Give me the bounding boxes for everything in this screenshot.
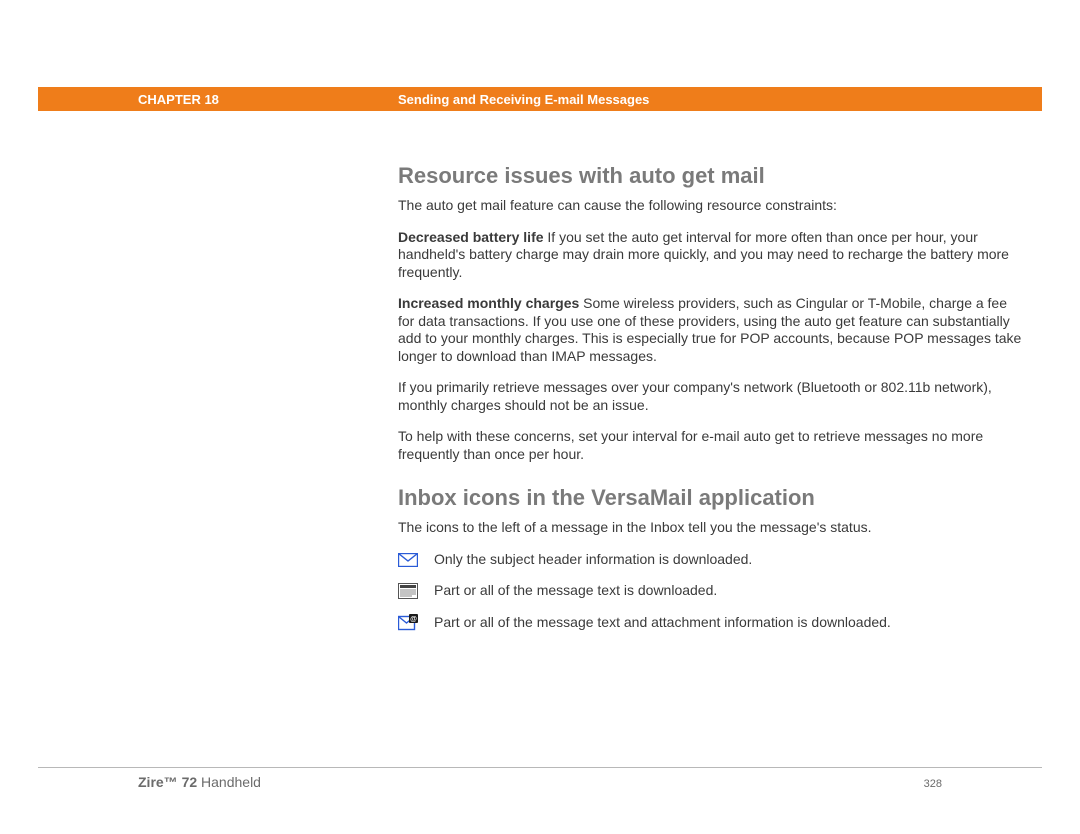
heading-inbox-icons: Inbox icons in the VersaMail application [398, 485, 1024, 511]
paragraph-text: To help with these concerns, set your in… [398, 428, 983, 462]
heading-resource-issues: Resource issues with auto get mail [398, 163, 1024, 189]
page-footer: Zire™ 72 Handheld 328 [38, 767, 1042, 790]
paragraph: To help with these concerns, set your in… [398, 428, 1024, 463]
chapter-header: CHAPTER 18 Sending and Receiving E-mail … [38, 87, 1042, 111]
icon-legend-text: Part or all of the message text and atta… [434, 614, 891, 632]
icon-legend-row: @ Part or all of the message text and at… [398, 614, 1024, 632]
footer-product-rest: Handheld [197, 774, 261, 790]
footer-product-bold: Zire™ 72 [138, 774, 197, 790]
paragraph: Increased monthly charges Some wireless … [398, 295, 1024, 365]
footer-product: Zire™ 72 Handheld [138, 774, 261, 790]
message-text-icon [398, 583, 418, 599]
main-content: Resource issues with auto get mail The a… [398, 163, 1024, 645]
section-title: Sending and Receiving E-mail Messages [398, 92, 649, 107]
intro-paragraph: The auto get mail feature can cause the … [398, 197, 1024, 215]
intro-paragraph: The icons to the left of a message in th… [398, 519, 1024, 537]
icon-legend-row: Only the subject header information is d… [398, 551, 1024, 569]
chapter-label: CHAPTER 18 [138, 92, 398, 107]
svg-text:@: @ [410, 616, 417, 623]
icon-legend-text: Only the subject header information is d… [434, 551, 752, 569]
message-attachment-icon: @ [398, 615, 418, 631]
footer-rule [38, 767, 1042, 768]
icon-legend-text: Part or all of the message text is downl… [434, 582, 717, 600]
paragraph: Decreased battery life If you set the au… [398, 229, 1024, 282]
icon-legend-row: Part or all of the message text is downl… [398, 582, 1024, 600]
page-number: 328 [924, 778, 942, 790]
paragraph: If you primarily retrieve messages over … [398, 379, 1024, 414]
paragraph-text: If you primarily retrieve messages over … [398, 379, 992, 413]
envelope-outline-icon [398, 552, 418, 568]
run-in-head: Decreased battery life [398, 229, 544, 245]
run-in-head: Increased monthly charges [398, 295, 579, 311]
